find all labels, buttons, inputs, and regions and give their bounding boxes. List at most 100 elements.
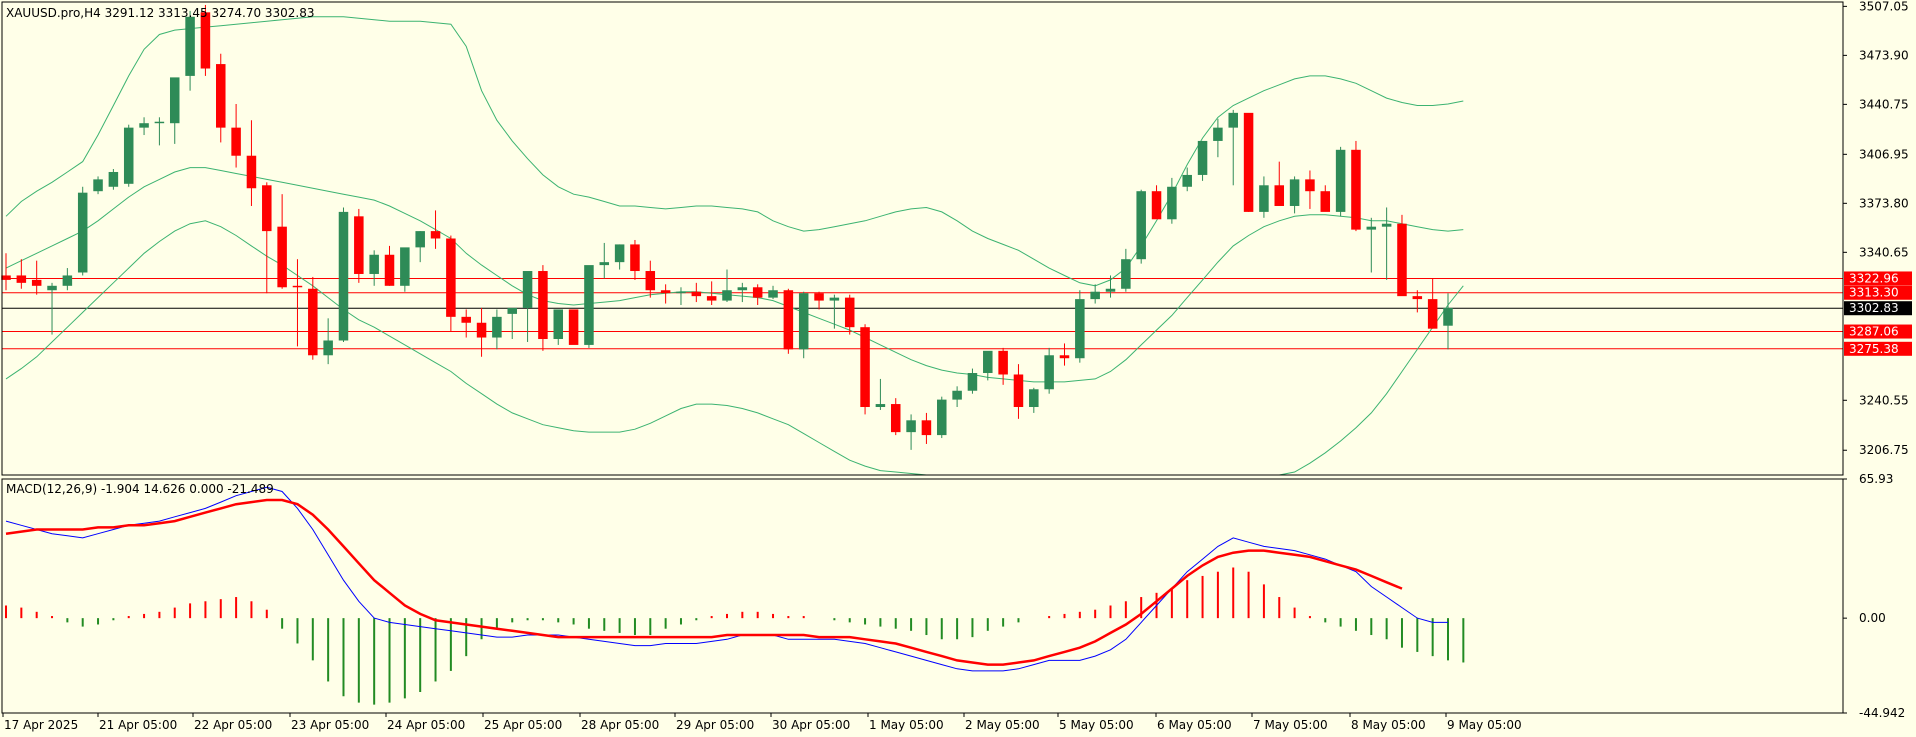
candle-body [323,340,333,356]
candle[interactable] [860,324,870,415]
candle[interactable] [568,309,579,345]
candle-body [1366,226,1377,230]
candle-body [231,127,241,156]
candle-body [1243,112,1254,212]
time-tick-label: 8 May 05:00 [1351,718,1426,732]
time-tick-label: 9 May 05:00 [1447,718,1522,732]
candle-body [1044,355,1054,390]
macd-tick-label: -44.942 [1859,706,1905,720]
candle-body [676,291,686,294]
candle-body [1427,299,1438,329]
candle-body [522,271,533,308]
price-tick-label: 3373.80 [1859,196,1909,210]
price-tag-label: 3302.83 [1849,301,1899,315]
candle-body [1289,179,1300,206]
candle-body [1151,191,1162,220]
candle[interactable] [798,291,809,359]
candle-body [1059,355,1070,359]
candle[interactable] [354,208,364,283]
time-tick-label: 2 May 05:00 [965,718,1040,732]
candle[interactable] [1335,146,1346,217]
candle[interactable] [783,288,794,354]
time-tick-label: 5 May 05:00 [1059,718,1134,732]
candle-body [1397,223,1407,297]
candle-body [1259,185,1269,212]
price-tick-label: 3507.05 [1859,0,1909,13]
candle[interactable] [77,186,88,276]
candle-body [814,293,824,301]
candle-body [169,77,180,124]
candle[interactable] [308,276,318,360]
candle-body [384,254,395,286]
candle[interactable] [338,207,349,342]
candle-body [1320,191,1331,212]
candle-body [476,322,487,338]
candle-body [798,293,809,350]
candle-body [1075,299,1085,359]
candle[interactable] [1397,214,1407,297]
time-tick-label: 21 Apr 05:00 [99,718,177,732]
candle[interactable] [108,169,119,190]
candle-body [139,123,149,128]
candle-body [492,316,502,338]
candle[interactable] [1075,290,1085,363]
candle-body [829,297,840,301]
candle-body [722,290,732,301]
candle-body [1351,149,1361,230]
candle[interactable] [123,124,134,187]
candle-body [538,271,548,340]
candle-body [706,296,717,301]
candle-body [1381,223,1392,227]
candle-body [860,327,870,408]
candle-body [844,297,855,328]
time-tick-label: 30 Apr 05:00 [772,718,850,732]
candle[interactable] [1197,140,1208,181]
time-tick-label: 28 Apr 05:00 [581,718,659,732]
candle-body [1121,259,1131,289]
candle-body [62,275,73,286]
candle-body [430,231,441,239]
candle-body [1029,389,1039,408]
candle[interactable] [1136,189,1146,264]
candle[interactable] [584,265,594,348]
time-tick-label: 22 Apr 05:00 [194,718,272,732]
candle-body [308,288,318,356]
candle-body [93,179,103,192]
candle-body [1136,191,1146,260]
price-tick-label: 3240.55 [1859,393,1909,407]
price-tag-label: 3322.96 [1849,271,1899,285]
candle[interactable] [1243,112,1254,212]
candle[interactable] [1351,140,1361,232]
price-tick-label: 3440.75 [1859,97,1909,111]
candle-body [937,399,947,436]
candle-body [507,307,517,314]
candle-body [1228,112,1238,128]
candle-body [262,185,272,232]
candle-body [446,238,456,317]
macd-header: MACD(12,26,9) -1.904 14.626 0.000 -21.48… [6,482,274,496]
candle-body [967,373,978,391]
price-tick-label: 3406.95 [1859,147,1909,161]
candle-body [645,271,656,291]
candle-body [200,12,211,69]
candle-body [31,279,42,286]
candle-body [1443,307,1453,326]
macd-tick-label: 0.00 [1859,611,1886,625]
macd-tick-label: 65.93 [1859,472,1893,486]
candle-body [630,244,640,272]
time-tick-label: 25 Apr 05:00 [484,718,562,732]
candle-body [154,121,165,124]
candle[interactable] [937,396,947,439]
price-tick-label: 3473.90 [1859,48,1909,62]
candle-body [660,290,671,294]
price-tick-label: 3206.75 [1859,443,1909,457]
chart-canvas: 3507.05 3473.90 3440.75 3406.95 3373.80 3340.… [0,0,1916,737]
candle-body [185,16,195,76]
candle-body [1013,374,1024,408]
candle[interactable] [400,247,410,292]
candle-body [568,309,579,345]
candle-body [461,316,471,323]
time-tick-label: 24 Apr 05:00 [387,718,465,732]
candle-body [415,231,425,248]
candle[interactable] [538,265,548,351]
